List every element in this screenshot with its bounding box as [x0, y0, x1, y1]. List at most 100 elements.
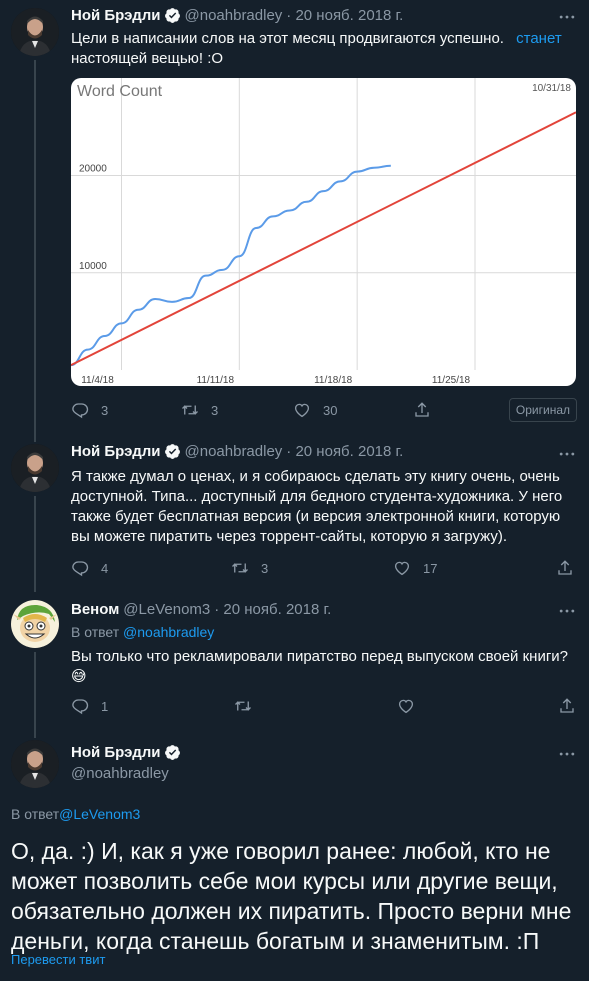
more-options-icon[interactable] [557, 444, 577, 464]
reply-count: 3 [101, 402, 109, 418]
reply-count: 4 [101, 560, 109, 576]
heart-icon [398, 699, 414, 714]
original-button[interactable]: Оригинал [508, 398, 577, 422]
tweet-header: Ной Брэдли @noahbradley · 20 нояб. 2018 … [71, 7, 403, 24]
verified-badge-icon [164, 8, 180, 23]
reply-button[interactable]: 3 [71, 400, 108, 420]
retweet-button[interactable]: 3 [231, 558, 268, 578]
avatar[interactable] [11, 600, 59, 648]
avatar-cartoon [11, 600, 59, 648]
heart-icon [294, 403, 310, 418]
tweet-1: Ной Брэдли @noahbradley · 20 нояб. 2018 … [0, 0, 589, 432]
y-tick-label: 10000 [79, 261, 107, 272]
tweet-text: О, да. :) И, как я уже говорил ранее: лю… [11, 838, 572, 954]
tweet-date[interactable]: · 20 нояб. 2018 г. [214, 601, 331, 618]
retweet-button[interactable] [234, 696, 252, 716]
avatar[interactable] [11, 740, 59, 788]
more-options-icon[interactable] [557, 744, 577, 764]
tweet-actions: 1 [71, 696, 581, 716]
retweet-icon [235, 701, 251, 711]
like-button[interactable] [397, 696, 415, 716]
tweet-text-part: настоящей вещью! :O [71, 50, 224, 67]
share-button[interactable] [556, 558, 574, 578]
tweet-text-part: Цели в написании слов на этот месяц прод… [71, 30, 504, 47]
verified-badge-icon [164, 444, 180, 459]
tweet-2: Ной Брэдли @noahbradley · 20 нояб. 2018 … [0, 432, 589, 592]
reply-count: 1 [101, 698, 109, 714]
like-count: 30 [323, 402, 338, 418]
tweet-date[interactable]: · 20 нояб. 2018 г. [286, 7, 403, 24]
x-tick-label: 11/18/18 [314, 375, 353, 386]
like-button[interactable]: 17 [393, 558, 437, 578]
retweet-icon [182, 405, 198, 415]
translate-tweet-link[interactable]: Перевести твит [11, 952, 105, 967]
reply-icon [72, 561, 89, 577]
retweet-count: 3 [261, 560, 269, 576]
word-count-chart[interactable]: 10000 20000 11/4/18 11/11/18 11/18/18 11/25/1… [71, 78, 576, 386]
author-name[interactable]: Веном [71, 601, 119, 618]
thread-line [34, 496, 36, 592]
tweet-text: Я также думал о ценах, и я собираюсь сде… [71, 468, 563, 545]
tweet-header: Ной Брэдли @noahbradley · 20 нояб. 2018 … [71, 443, 403, 460]
reply-button[interactable]: 4 [71, 558, 108, 578]
reply-to-handle[interactable]: @noahbradley [123, 624, 214, 640]
thread-line [34, 60, 36, 432]
series-line-target [71, 111, 576, 367]
author-handle[interactable]: @noahbradley [185, 7, 283, 24]
tweet-actions: 3 3 30 [71, 400, 581, 420]
x-tick-label: 11/11/18 [197, 375, 235, 386]
author-handle[interactable]: @noahbradley [185, 443, 283, 460]
reply-to-handle[interactable]: @LeVenom3 [59, 806, 140, 822]
author-name[interactable]: Ной Брэдли [71, 744, 161, 761]
share-icon [560, 698, 574, 713]
x-tick-label: 11/25/18 [432, 375, 471, 386]
share-icon [558, 560, 572, 575]
reply-icon [72, 699, 89, 715]
y-tick-label: 20000 [79, 164, 107, 175]
reply-to-label: В ответ [11, 806, 60, 822]
reply-to: В ответ@LeVenom3 [11, 806, 140, 822]
retweet-icon [232, 563, 248, 573]
series-line-actual [71, 164, 391, 367]
thread-line [34, 432, 36, 442]
avatar-photo [11, 444, 59, 492]
thread-line [34, 732, 36, 738]
chart-title: Word Count [77, 83, 163, 100]
share-button[interactable] [413, 400, 431, 420]
tweet-text-part: Вы только что рекламировали пиратство пе… [71, 648, 569, 665]
heart-icon [394, 561, 410, 576]
reply-button[interactable]: 1 [71, 696, 108, 716]
reply-icon [72, 403, 89, 419]
more-options-icon[interactable] [557, 7, 577, 27]
avatar-photo [11, 740, 59, 788]
tweet-date[interactable]: · 20 нояб. 2018 г. [286, 443, 403, 460]
avatar-photo [11, 8, 59, 56]
tweet-header: Веном @LeVenom3 · 20 нояб. 2018 г. [71, 601, 331, 618]
tweet-text: Вы только что рекламировали пиратство пе… [71, 647, 571, 687]
author-handle[interactable]: @LeVenom3 [123, 601, 210, 618]
emoji-sweat-smile: 😅 [71, 668, 87, 685]
author-name[interactable]: Ной Брэдли [71, 7, 161, 24]
like-button[interactable]: 30 [293, 400, 337, 420]
share-icon [415, 402, 429, 417]
author-handle[interactable]: @noahbradley [71, 765, 169, 782]
tweet-3: Веном @LeVenom3 · 20 нояб. 2018 г. В отв… [0, 592, 589, 732]
x-tick-label: 11/4/18 [81, 375, 114, 386]
retweet-count: 3 [211, 402, 219, 418]
tweet-text: Цели в написании слов на этот месяц прод… [71, 29, 571, 69]
retweet-button[interactable]: 3 [181, 400, 218, 420]
verified-badge-icon [164, 745, 180, 760]
tweet-actions: 4 3 17 [71, 558, 581, 578]
chart-corner-date: 10/31/18 [532, 83, 571, 94]
chart-svg: 10000 20000 11/4/18 11/11/18 11/18/18 11/25/1… [71, 78, 576, 386]
tweet-4-focused: Ной Брэдли @noahbradley В ответ@LeVenom3… [0, 732, 589, 981]
more-options-icon[interactable] [557, 601, 577, 621]
author-name[interactable]: Ной Брэдли [71, 443, 161, 460]
like-count: 17 [423, 560, 438, 576]
tweet-header: Ной Брэдли [71, 744, 185, 761]
thread-line [34, 652, 36, 732]
share-button[interactable] [558, 696, 576, 716]
tweet-link[interactable]: станет [516, 30, 562, 47]
avatar[interactable] [11, 444, 59, 492]
avatar[interactable] [11, 8, 59, 56]
